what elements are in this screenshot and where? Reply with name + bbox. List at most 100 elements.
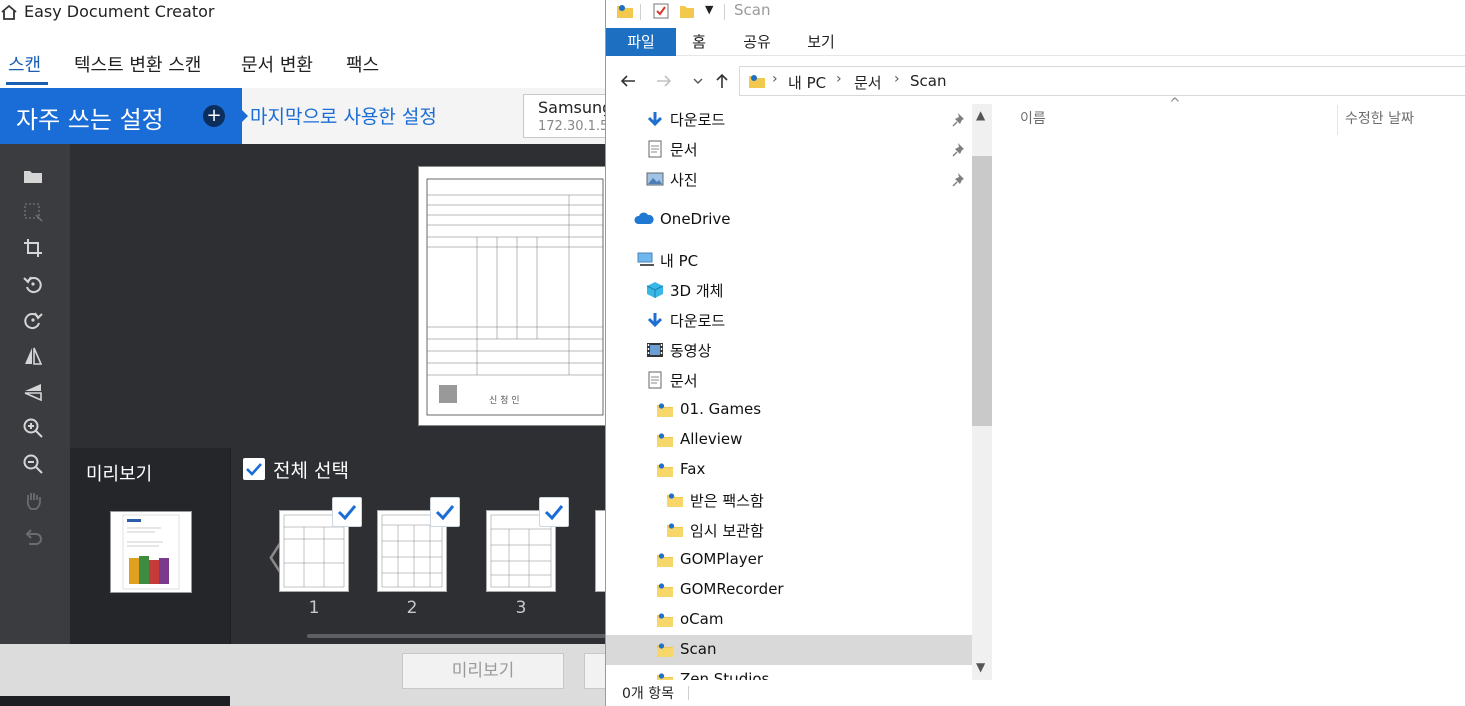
nav-item[interactable]: 받은 팩스함 [606,485,972,515]
up-arrow-icon[interactable] [712,70,732,92]
3d-objects-icon [646,281,664,299]
new-folder-icon[interactable] [678,2,696,20]
scroll-up-icon[interactable]: ▲ [976,108,985,122]
folder-icon [656,671,674,680]
scrollbar-thumb[interactable] [972,156,992,426]
thumbnails-pane: 전체 선택 〈 1 2 3 [230,448,605,644]
breadcrumb-chevron-icon[interactable]: › [894,71,900,87]
rotate-right-icon[interactable] [19,306,47,334]
file-list[interactable]: ^ 이름 수정한 날짜 [994,96,1465,680]
folder-icon [656,551,674,569]
scroll-down-icon[interactable]: ▼ [976,660,985,674]
properties-icon[interactable] [652,2,670,20]
thumbnail-check-icon[interactable] [539,497,569,527]
pin-icon[interactable] [952,111,968,127]
tab-home[interactable]: 홈 [682,28,716,56]
footer-gap [230,696,605,706]
forward-arrow-icon[interactable] [654,70,674,92]
select-area-icon[interactable] [19,198,47,226]
thumbnails-scrollbar[interactable] [307,634,605,638]
zoom-out-icon[interactable] [19,450,47,478]
page-thumbnail[interactable] [486,497,569,592]
nav-item[interactable]: 3D 개체 [606,275,972,305]
nav-item[interactable]: 문서 [606,365,972,395]
column-header-name[interactable]: 이름 [1020,108,1046,128]
page-thumbnail[interactable] [595,510,605,592]
nav-item[interactable]: Scan [606,635,972,665]
svg-text:신 청 인: 신 청 인 [489,395,520,406]
breadcrumb-chevron-icon[interactable]: › [836,71,842,87]
checkbox-checked-icon[interactable] [243,458,265,480]
quick-access-toolbar: ▼ Scan [606,0,1465,26]
breadcrumb-chevron-icon[interactable]: › [772,71,778,87]
page-thumbnail[interactable] [279,497,362,592]
scan-canvas[interactable]: 신 청 인 [70,144,605,448]
address-bar[interactable]: › 내 PC › 문서 › Scan [739,66,1465,96]
nav-item-label: GOMPlayer [680,550,764,568]
undo-icon[interactable] [19,522,47,550]
flip-vertical-icon[interactable] [19,378,47,406]
breadcrumb-documents[interactable]: 문서 [854,72,882,93]
menu-doc-convert[interactable]: 문서 변환 [241,51,313,77]
column-separator[interactable] [1337,105,1338,135]
pin-icon[interactable] [952,141,968,157]
tab-share[interactable]: 공유 [740,28,774,56]
onedrive-icon [634,211,654,229]
menu-ocr-scan[interactable]: 텍스트 변환 스캔 [74,51,201,77]
add-setting-icon[interactable]: + [203,105,225,127]
pin-icon[interactable] [952,171,968,187]
nav-item[interactable]: 다운로드 [606,305,972,335]
customize-qat-icon[interactable]: ▼ [705,3,713,16]
open-folder-icon[interactable] [19,162,47,190]
preview-thumbnail[interactable] [110,511,192,593]
nav-item[interactable]: oCam [606,605,972,635]
nav-item[interactable]: GOMPlayer [606,545,972,575]
page-thumbnail[interactable] [377,497,460,592]
nav-item[interactable]: Fax [606,455,972,485]
nav-item[interactable]: 사진 [606,164,972,194]
nav-item[interactable]: 01. Games [606,395,972,425]
preview-button[interactable]: 미리보기 [402,653,564,689]
folder-icon [666,491,684,509]
nav-item[interactable]: Zen Studios [606,665,972,680]
flip-horizontal-icon[interactable] [19,342,47,370]
document-icon [646,371,664,389]
scan-button[interactable] [584,653,605,689]
nav-item[interactable]: 내 PC [606,245,972,275]
nav-item-label: Zen Studios [680,670,770,680]
crop-icon[interactable] [19,234,47,262]
breadcrumb-this-pc[interactable]: 내 PC [788,72,826,93]
home-icon[interactable] [0,4,18,20]
last-used-settings-link[interactable]: 마지막으로 사용한 설정 [250,102,437,129]
back-arrow-icon[interactable] [618,70,638,92]
frequent-settings-label: 자주 쓰는 설정 [16,106,164,134]
column-header-date-modified[interactable]: 수정한 날짜 [1345,108,1414,128]
nav-item[interactable]: GOMRecorder [606,575,972,605]
device-selector[interactable]: Samsung 172.30.1.5 [523,94,605,138]
nav-item[interactable]: 임시 보관함 [606,515,972,545]
navigation-bar: › 내 PC › 문서 › Scan [606,64,1465,98]
tab-view[interactable]: 보기 [804,28,838,56]
rotate-left-icon[interactable] [19,270,47,298]
thumbnail-check-icon[interactable] [430,497,460,527]
recent-locations-icon[interactable] [688,70,708,92]
thumbnail-check-icon[interactable] [332,497,362,527]
nav-item[interactable]: 다운로드 [606,104,972,134]
breadcrumb-scan[interactable]: Scan [910,72,946,90]
frequent-settings-button[interactable]: 자주 쓰는 설정 + [0,88,248,144]
nav-item-label: OneDrive [660,210,731,228]
nav-item[interactable]: 문서 [606,134,972,164]
navigation-scrollbar[interactable]: ▲ ▼ [972,104,992,680]
zoom-in-icon[interactable] [19,414,47,442]
folder-location-icon [748,72,766,90]
hand-pan-icon[interactable] [19,486,47,514]
nav-item[interactable]: OneDrive [606,205,972,235]
thumbnail-number: 2 [406,598,418,618]
tab-file[interactable]: 파일 [606,28,676,56]
nav-item[interactable]: 동영상 [606,335,972,365]
menu-scan[interactable]: 스캔 [8,51,41,77]
menu-fax[interactable]: 팩스 [346,51,379,77]
folder-icon [656,431,674,449]
nav-item-label: 동영상 [670,342,712,360]
nav-item[interactable]: Alleview [606,425,972,455]
